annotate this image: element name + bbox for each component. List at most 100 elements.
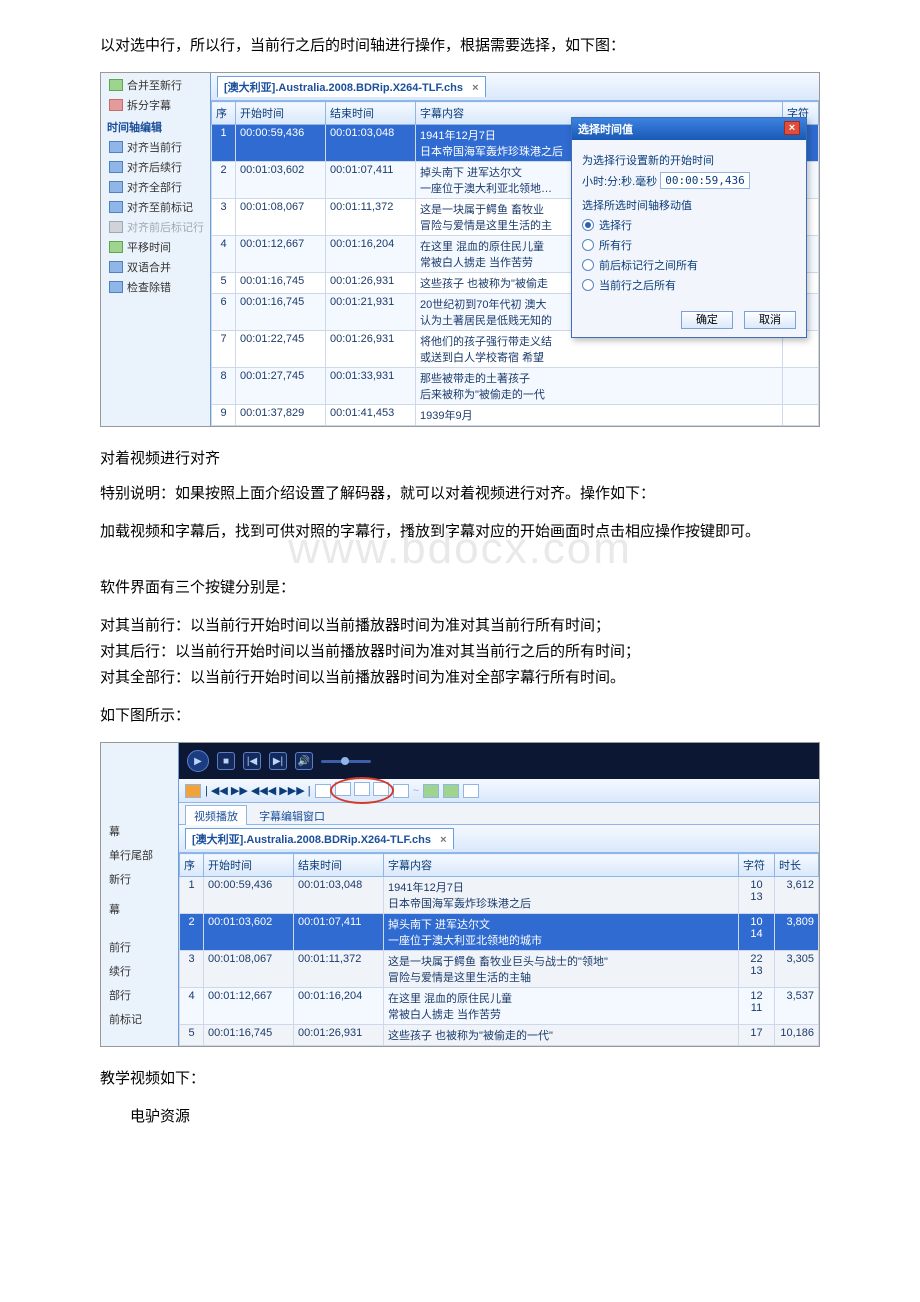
section-align-with-video: 对着视频进行对齐: [100, 447, 820, 468]
sidebar-label: 对齐后续行: [127, 159, 182, 175]
table-row[interactable]: 500:01:16,74500:01:26,931这些孩子 也被称为"被偷走的一…: [180, 1025, 819, 1046]
tool-icon[interactable]: [443, 784, 459, 798]
align-following-button[interactable]: [354, 782, 370, 796]
col-index: 序: [212, 102, 236, 125]
col-end: 结束时间: [294, 854, 384, 877]
tool-icon[interactable]: [423, 784, 439, 798]
file-tab[interactable]: [澳大利亚].Australia.2008.BDRip.X264-TLF.chs…: [185, 828, 454, 849]
radio-icon: [582, 279, 594, 291]
cancel-button[interactable]: 取消: [744, 311, 796, 329]
align-icon: [109, 161, 123, 173]
file-tab-bar: [澳大利亚].Australia.2008.BDRip.X264-TLF.chs…: [211, 73, 819, 101]
figure-label: 如下图所示：: [100, 704, 820, 728]
volume-slider[interactable]: [321, 760, 371, 763]
sidebar-align-all[interactable]: 对齐全部行: [101, 177, 210, 197]
align-icon: [109, 181, 123, 193]
sidebar-align-following[interactable]: 对齐后续行: [101, 157, 210, 177]
sidebar-align-between-marks: 对齐前后标记行: [101, 217, 210, 237]
play-button[interactable]: ▶: [187, 750, 209, 772]
prev-button[interactable]: |◀: [243, 752, 261, 770]
editor-tabs: 视频播放 字幕编辑窗口: [179, 803, 819, 825]
close-icon[interactable]: ×: [440, 834, 446, 846]
sidebar-group-time-edit: 时间轴编辑: [101, 115, 210, 137]
table-row[interactable]: 400:01:12,66700:01:16,204在这里 混血的原住民儿童常被白…: [180, 988, 819, 1025]
next-button[interactable]: ▶|: [269, 752, 287, 770]
sidebar-align-to-prev-mark[interactable]: 对齐至前标记: [101, 197, 210, 217]
file-tab-label: [澳大利亚].Australia.2008.BDRip.X264-TLF.chs: [224, 82, 463, 94]
align-current-button[interactable]: [335, 782, 351, 796]
table-row[interactable]: 800:01:27,74500:01:33,931那些被带走的土著孩子后来被称为…: [212, 368, 819, 405]
merge-icon: [109, 261, 123, 273]
play-icon[interactable]: [315, 784, 331, 798]
align-all-button[interactable]: [373, 782, 389, 796]
screenshot-time-axis-edit: 合并至新行 拆分字幕 时间轴编辑 对齐当前行 对齐后续行 对齐全部行 对齐至前标…: [100, 72, 820, 427]
sidebar2-item: 前标记: [101, 1007, 178, 1031]
table-row[interactable]: 900:01:37,82900:01:41,4531939年9月: [212, 405, 819, 426]
tool-icon[interactable]: [185, 784, 201, 798]
merge-icon: [109, 79, 123, 91]
sidebar-check-errors[interactable]: 检查除错: [101, 277, 210, 297]
col-end: 结束时间: [326, 102, 416, 125]
sidebar-label: 平移时间: [127, 239, 171, 255]
sidebar2-item: 单行尾部: [101, 843, 178, 867]
close-icon[interactable]: ×: [784, 121, 800, 135]
radio-label: 所有行: [599, 237, 632, 253]
ok-button[interactable]: 确定: [681, 311, 733, 329]
dialog-label-select-shift: 选择所选时间轴移动值: [582, 197, 796, 213]
bullet-align-all: 对其全部行：以当前行开始时间以当前播放器时间为准对全部字幕行所有时间。: [100, 666, 820, 690]
table-row[interactable]: 200:01:03,60200:01:07,411掉头南下 进军达尔文一座位于澳…: [180, 914, 819, 951]
subtitle-table-panel: [澳大利亚].Australia.2008.BDRip.X264-TLF.chs…: [211, 73, 819, 426]
close-icon[interactable]: ×: [472, 82, 478, 94]
watermark: www.bdocx.com: [100, 524, 820, 574]
emule-resource-label: 电驴资源: [100, 1105, 820, 1129]
dialog-label-set-new-start: 为选择行设置新的开始时间: [582, 152, 796, 168]
radio-after-current[interactable]: 当前行之后所有: [582, 277, 796, 293]
tab-video-play[interactable]: 视频播放: [185, 805, 247, 827]
check-icon: [109, 281, 123, 293]
stop-button[interactable]: ■: [217, 752, 235, 770]
radio-label: 前后标记行之间所有: [599, 257, 698, 273]
screenshot-video-align: 幕 单行尾部 新行 幕 前行 续行 部行 前标记 ▶ ■ |◀ ▶| 🔊 | ◀…: [100, 742, 820, 1047]
volume-icon[interactable]: 🔊: [295, 752, 313, 770]
col-content: 字幕内容: [384, 854, 739, 877]
table-row[interactable]: 100:00:59,43600:01:03,0481941年12月7日日本帝国海…: [180, 877, 819, 914]
section-tutorial-videos: 教学视频如下：: [100, 1067, 820, 1091]
sidebar: 合并至新行 拆分字幕 时间轴编辑 对齐当前行 对齐后续行 对齐全部行 对齐至前标…: [101, 73, 211, 426]
col-duration: 时长: [775, 854, 819, 877]
sidebar-align-current[interactable]: 对齐当前行: [101, 137, 210, 157]
col-chars: 字符: [739, 854, 775, 877]
file-tab-label: [澳大利亚].Australia.2008.BDRip.X264-TLF.chs: [192, 834, 431, 846]
radio-icon: [582, 259, 594, 271]
sidebar2-item: 前行: [101, 935, 178, 959]
sidebar-label: 对齐至前标记: [127, 199, 193, 215]
sidebar2-item: 幕: [101, 897, 178, 921]
sidebar2-item: 续行: [101, 959, 178, 983]
dialog-titlebar[interactable]: 选择时间值 ×: [572, 118, 806, 140]
sidebar-shift-time[interactable]: 平移时间: [101, 237, 210, 257]
video-player-bar: ▶ ■ |◀ ▶| 🔊: [179, 743, 819, 779]
section-note: 特别说明：如果按照上面介绍设置了解码器，就可以对着视频进行对齐。操作如下：: [100, 482, 820, 506]
subtitle-table[interactable]: 序 开始时间 结束时间 字幕内容 字符 时长 100:00:59,43600:0…: [179, 853, 819, 1046]
shift-icon: [109, 241, 123, 253]
tool-icon[interactable]: [463, 784, 479, 798]
sidebar2-item: 幕: [101, 819, 178, 843]
radio-selected-rows[interactable]: 选择行: [582, 217, 796, 233]
file-tab-bar: [澳大利亚].Australia.2008.BDRip.X264-TLF.chs…: [179, 825, 819, 853]
time-input[interactable]: 00:00:59,436: [660, 172, 749, 189]
table-row[interactable]: 300:01:08,06700:01:11,372这是一块属于鳄鱼 畜牧业巨头与…: [180, 951, 819, 988]
bullet-align-current: 对其当前行：以当前行开始时间以当前播放器时间为准对其当前行所有时间；: [100, 614, 820, 638]
tool-icon[interactable]: [393, 784, 409, 798]
radio-all-rows[interactable]: 所有行: [582, 237, 796, 253]
tab-subtitle-edit[interactable]: 字幕编辑窗口: [250, 805, 334, 827]
sidebar2-item: 部行: [101, 983, 178, 1007]
sidebar-truncated: 幕 单行尾部 新行 幕 前行 续行 部行 前标记: [101, 743, 179, 1046]
align-icon: [109, 201, 123, 213]
sidebar-bilingual-merge[interactable]: 双语合并: [101, 257, 210, 277]
radio-between-marks[interactable]: 前后标记行之间所有: [582, 257, 796, 273]
sidebar-merge-line[interactable]: 合并至新行: [101, 75, 210, 95]
toolbar: | ◀◀ ▶▶ ◀◀◀ ▶▶▶ | ~: [179, 779, 819, 803]
dialog-time-format-label: 小时:分:秒.毫秒: [582, 173, 657, 189]
file-tab[interactable]: [澳大利亚].Australia.2008.BDRip.X264-TLF.chs…: [217, 76, 486, 97]
align-icon: [109, 141, 123, 153]
sidebar-split-subtitle[interactable]: 拆分字幕: [101, 95, 210, 115]
